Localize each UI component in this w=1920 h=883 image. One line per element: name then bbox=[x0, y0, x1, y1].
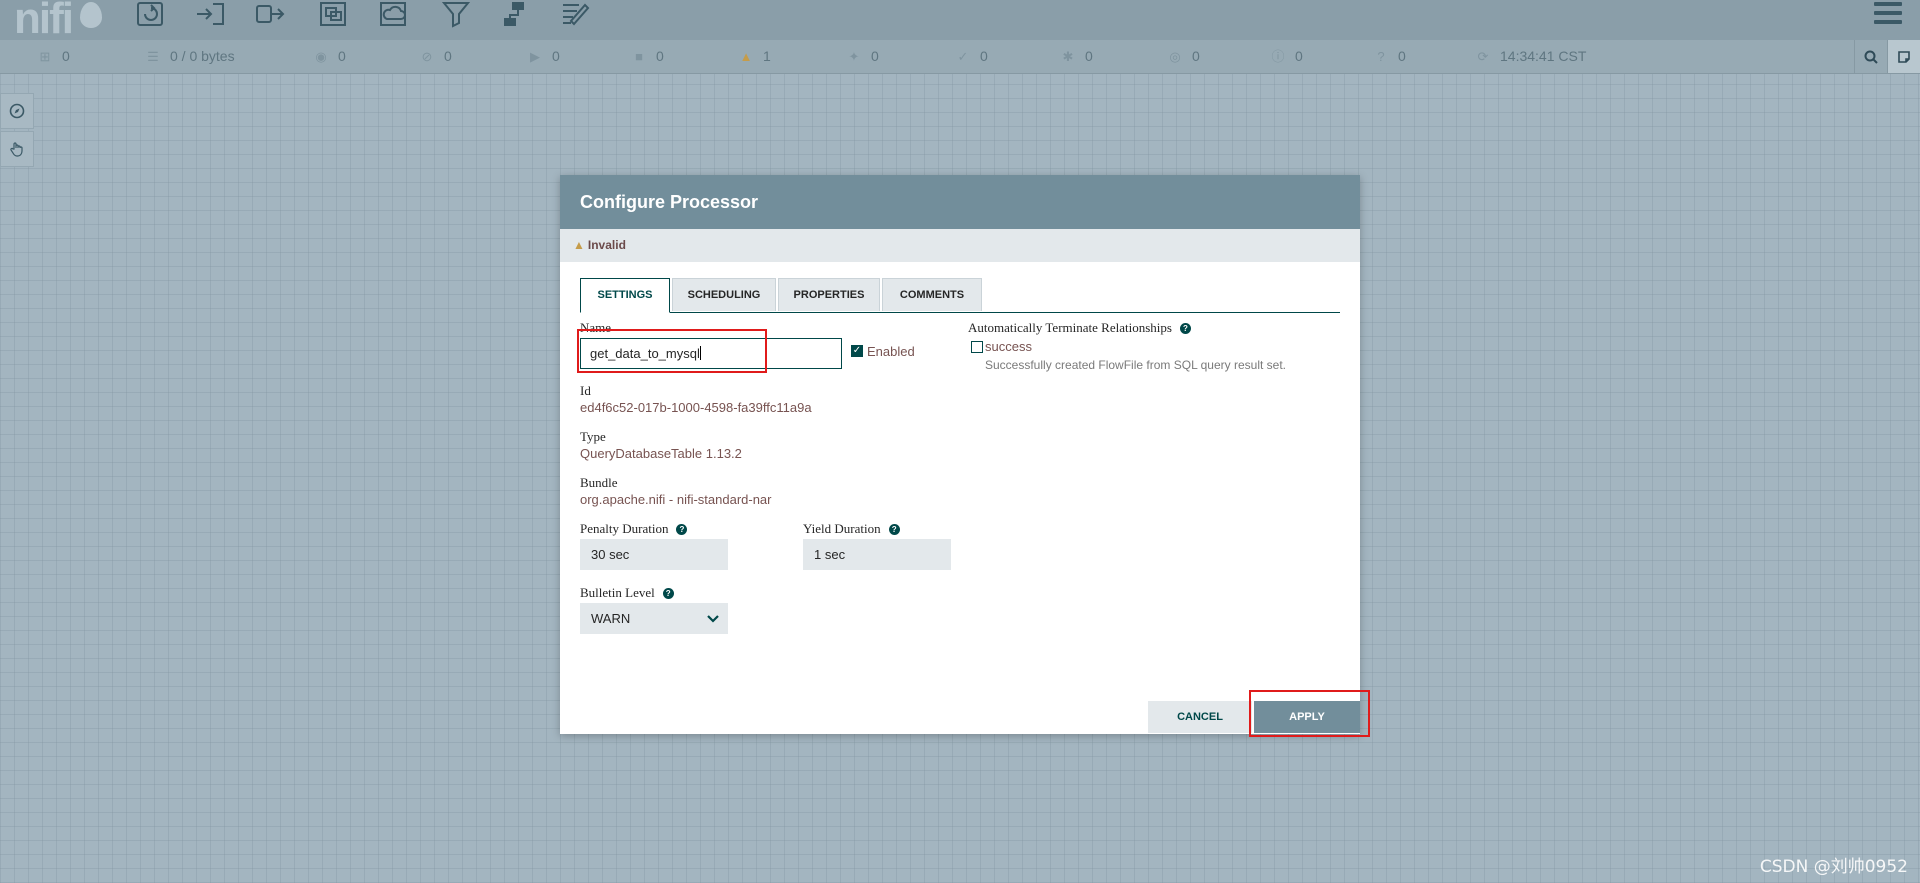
status-queue: ☰ 0 / 0 bytes bbox=[146, 40, 234, 73]
sync-failure-icon: ? bbox=[1377, 49, 1385, 64]
watermark: CSDN @刘帅0952 bbox=[1759, 857, 1908, 877]
stopped-icon: ■ bbox=[635, 49, 643, 64]
output-port-icon[interactable] bbox=[255, 0, 287, 28]
status-cluster: ⊞ 0 bbox=[38, 40, 70, 73]
top-toolbar: nifi bbox=[0, 0, 1920, 43]
warning-icon: ▲ bbox=[573, 238, 585, 252]
auto-terminate-label: Automatically Terminate Relationships? bbox=[968, 320, 1191, 336]
cluster-icon: ⊞ bbox=[39, 49, 51, 64]
label-icon[interactable] bbox=[560, 0, 592, 28]
dialog-tabs: SETTINGS SCHEDULING PROPERTIES COMMENTS bbox=[580, 278, 1340, 313]
tab-settings[interactable]: SETTINGS bbox=[580, 278, 670, 313]
validation-status: ▲ Invalid bbox=[560, 229, 1360, 262]
status-invalid: ▲ 1 bbox=[739, 40, 771, 73]
dialog-title: Configure Processor bbox=[560, 175, 1360, 229]
cancel-button[interactable]: CANCEL bbox=[1148, 701, 1252, 733]
penalty-duration-label: Penalty Duration? bbox=[580, 521, 688, 537]
help-icon[interactable]: ? bbox=[662, 588, 674, 599]
status-locally-modified: ✱ 0 bbox=[1061, 40, 1093, 73]
status-not-transmitting: ⊘ 0 bbox=[420, 40, 452, 73]
operate-hand-icon[interactable] bbox=[0, 131, 34, 167]
nifi-logo: nifi bbox=[14, 0, 74, 43]
help-icon[interactable]: ? bbox=[888, 524, 900, 535]
bulletin-level-select[interactable]: WARN bbox=[580, 603, 728, 634]
bulletin-level-label: Bulletin Level? bbox=[580, 585, 674, 601]
status-bar: ⊞ 0 ☰ 0 / 0 bytes ◉ 0 ⊘ 0 ▶ 0 ■ 0 ▲ 1 ✦ 0 ✓ 0 ✱ 0 … bbox=[0, 40, 1920, 74]
remote-process-group-icon[interactable] bbox=[378, 0, 410, 28]
locally-modified-icon: ✱ bbox=[1062, 49, 1074, 64]
running-icon: ▶ bbox=[530, 49, 540, 64]
hamburger-menu-icon[interactable] bbox=[1874, 2, 1902, 24]
type-label: Type bbox=[580, 429, 606, 444]
bulletin-board-icon[interactable] bbox=[1887, 40, 1920, 73]
nifi-drop-icon bbox=[80, 2, 102, 28]
status-stale: ◎ 0 bbox=[1168, 40, 1199, 73]
statusbar-actions bbox=[1854, 40, 1920, 73]
name-highlight-box bbox=[577, 329, 767, 373]
navigate-compass-icon[interactable] bbox=[0, 93, 34, 129]
status-running: ▶ 0 bbox=[528, 40, 560, 73]
apply-highlight-box bbox=[1249, 690, 1370, 737]
yield-duration-label: Yield Duration? bbox=[803, 521, 900, 537]
status-locally-modified-stale: ⓘ 0 bbox=[1271, 40, 1302, 73]
relationship-description: Successfully created FlowFile from SQL q… bbox=[985, 358, 1286, 372]
status-stopped: ■ 0 bbox=[632, 40, 664, 73]
funnel-icon[interactable] bbox=[440, 0, 472, 28]
help-icon[interactable]: ? bbox=[676, 524, 688, 535]
status-up-to-date: ✓ 0 bbox=[956, 40, 988, 73]
locally-modified-stale-icon: ⓘ bbox=[1271, 49, 1285, 64]
process-group-icon[interactable] bbox=[318, 0, 350, 28]
tab-comments[interactable]: COMMENTS bbox=[882, 278, 982, 311]
enabled-checkbox[interactable]: ✓ bbox=[851, 345, 863, 357]
input-port-icon[interactable] bbox=[195, 0, 227, 28]
penalty-duration-input[interactable]: 30 sec bbox=[580, 539, 728, 570]
tab-properties[interactable]: PROPERTIES bbox=[778, 278, 880, 311]
queue-icon: ☰ bbox=[147, 49, 159, 64]
template-icon[interactable] bbox=[500, 0, 532, 28]
disabled-icon: ✦ bbox=[848, 49, 860, 64]
bundle-label: Bundle bbox=[580, 475, 618, 490]
status-disabled: ✦ 0 bbox=[847, 40, 879, 73]
refresh-icon[interactable]: ⟳ bbox=[1476, 40, 1490, 73]
tab-scheduling[interactable]: SCHEDULING bbox=[672, 278, 776, 311]
id-value: ed4f6c52-017b-1000-4598-fa39ffc11a9a bbox=[580, 400, 812, 415]
success-checkbox[interactable] bbox=[971, 341, 983, 353]
left-nav bbox=[0, 93, 34, 169]
configure-processor-dialog: Configure Processor ▲ Invalid SETTINGS SC… bbox=[560, 175, 1360, 734]
relationship-success: success bbox=[985, 339, 1032, 354]
search-icon[interactable] bbox=[1854, 40, 1887, 73]
yield-duration-input[interactable]: 1 sec bbox=[803, 539, 951, 570]
not-transmitting-icon: ⊘ bbox=[421, 49, 433, 64]
chevron-down-icon bbox=[707, 603, 719, 646]
status-transmitting: ◉ 0 bbox=[314, 40, 345, 73]
status-refresh[interactable]: ⟳ 14:34:41 CST bbox=[1476, 40, 1587, 73]
transmitting-icon: ◉ bbox=[315, 49, 327, 64]
id-label: Id bbox=[580, 383, 591, 398]
type-value: QueryDatabaseTable 1.13.2 bbox=[580, 446, 742, 461]
stale-icon: ◎ bbox=[1169, 49, 1181, 64]
enabled-label: Enabled bbox=[867, 344, 915, 359]
bundle-value: org.apache.nifi - nifi-standard-nar bbox=[580, 492, 772, 507]
processor-icon[interactable] bbox=[135, 0, 167, 28]
invalid-warning-icon: ▲ bbox=[739, 49, 753, 64]
help-icon[interactable]: ? bbox=[1179, 323, 1191, 334]
up-to-date-icon: ✓ bbox=[957, 49, 969, 64]
status-sync-failure: ? 0 bbox=[1374, 40, 1405, 73]
